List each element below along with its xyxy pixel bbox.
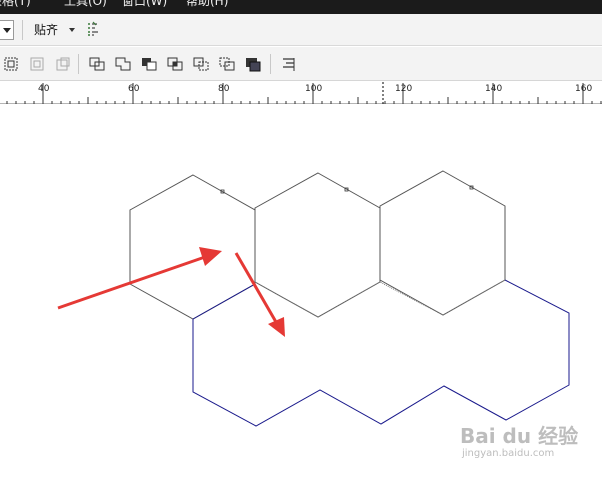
combine-icon[interactable] (88, 55, 106, 73)
ruler-ticks (6, 82, 602, 104)
snap-dropdown-arrow-icon[interactable] (69, 28, 75, 32)
menu-tools[interactable]: 工具(O) (64, 0, 107, 8)
snap-to-icon[interactable] (85, 21, 101, 37)
ungroup-objects-icon[interactable] (28, 55, 46, 73)
ruler-label-100: 100 (305, 84, 323, 94)
group-objects-icon[interactable] (2, 55, 20, 73)
baidu-watermark: Bai du 经验 jingyan.baidu.com (460, 420, 600, 470)
hexagon-shape[interactable] (254, 172, 381, 318)
horizontal-ruler[interactable]: 40 60 80 100 120 140 160 (0, 82, 602, 104)
ruler-label-160: 160 (575, 84, 593, 94)
ruler-label-40: 40 (38, 84, 50, 94)
hexagon-shape[interactable] (379, 170, 506, 316)
trim-icon[interactable] (140, 55, 158, 73)
ungroup-all-icon[interactable] (54, 55, 72, 73)
watermark-url: jingyan.baidu.com (462, 448, 555, 459)
menu-bar: 表格(T) 工具(O) 窗口(W) 帮助(H) (0, 0, 602, 14)
selection-dotted-edge (254, 279, 506, 318)
drawing-canvas[interactable]: Bai du 经验 jingyan.baidu.com (0, 105, 602, 478)
intersect-icon[interactable] (166, 55, 184, 73)
zoom-dropdown[interactable] (0, 20, 14, 40)
weld-icon[interactable] (114, 55, 132, 73)
hexagon-shape[interactable] (129, 174, 256, 320)
arrange-toolbar (0, 47, 602, 81)
snap-to-label[interactable]: 贴齐 (34, 22, 58, 38)
toolbar-separator (22, 20, 23, 40)
dropdown-arrow-icon (3, 28, 11, 33)
property-toolbar: 贴齐 (0, 14, 602, 46)
boundary-path[interactable] (192, 279, 570, 427)
ruler-label-80: 80 (218, 84, 230, 94)
toolbar-separator (270, 54, 271, 74)
boundary-path-link (192, 283, 256, 320)
ruler-label-60: 60 (128, 84, 140, 94)
front-minus-back-icon[interactable] (218, 55, 236, 73)
menu-window[interactable]: 窗口(W) (122, 0, 167, 8)
toolbar-separator (78, 54, 79, 74)
corel-draw-window: 表格(T) 工具(O) 窗口(W) 帮助(H) 贴齐 (0, 0, 602, 478)
align-distribute-icon[interactable] (280, 55, 298, 73)
ruler-label-120: 120 (395, 84, 413, 94)
red-arrow-left (57, 247, 222, 310)
menu-help[interactable]: 帮助(H) (186, 0, 228, 8)
back-minus-front-icon[interactable] (244, 55, 262, 73)
menu-table[interactable]: 表格(T) (0, 0, 31, 8)
simplify-icon[interactable] (192, 55, 210, 73)
watermark-logo: Bai du 经验 (460, 424, 579, 448)
ruler-label-140: 140 (485, 84, 503, 94)
